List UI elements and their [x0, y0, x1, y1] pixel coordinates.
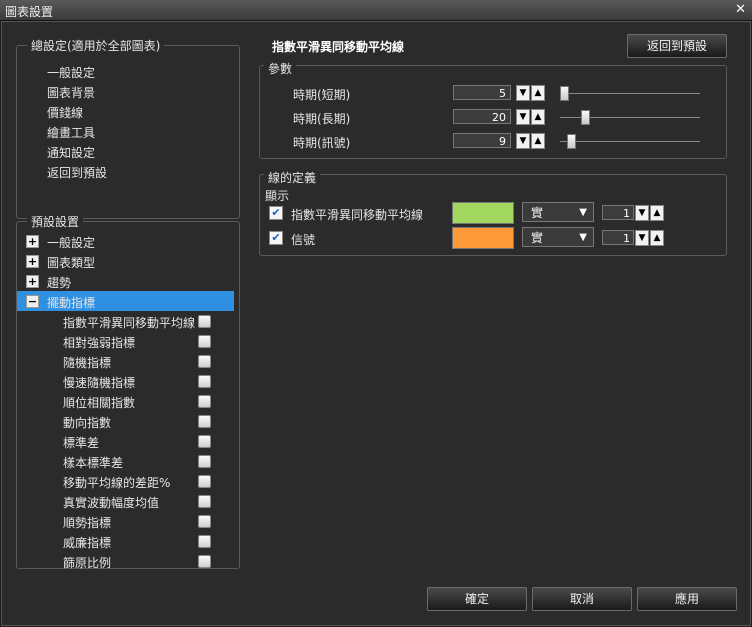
signal-period-slider-thumb[interactable]	[567, 134, 576, 149]
oscillator-checkbox[interactable]	[198, 355, 211, 368]
chevron-down-icon: ▼	[579, 232, 587, 243]
menu-item-price-line[interactable]: 價錢線	[47, 104, 83, 121]
line-style-value: 實	[531, 206, 544, 220]
apply-button[interactable]: 應用	[637, 587, 737, 611]
tree-item-trend[interactable]: + 趨勢	[17, 271, 234, 291]
oscillator-item[interactable]: 順位相關指數	[63, 394, 135, 411]
chart-settings-dialog: 總設定(適用於全部圖表) 一般設定 圖表背景 價錢線 繪畫工具 通知設定 返回到…	[1, 21, 751, 626]
expand-icon[interactable]: +	[26, 235, 39, 248]
oscillator-item[interactable]: 指數平滑異同移動平均線	[63, 314, 195, 331]
decrement-icon[interactable]: ▼	[516, 109, 530, 125]
oscillator-item[interactable]: 相對強弱指標	[63, 334, 135, 351]
preset-settings-title: 預設設置	[27, 213, 84, 230]
oscillator-item[interactable]: 標準差	[63, 434, 99, 451]
tree-item-chart-type[interactable]: + 圖表類型	[17, 251, 234, 271]
oscillator-checkbox[interactable]	[198, 335, 211, 348]
general-settings-title: 總設定(適用於全部圖表)	[27, 37, 165, 54]
line-style-value: 實	[531, 231, 544, 245]
short-period-slider-track[interactable]	[560, 93, 700, 94]
tree-label: 趨勢	[47, 276, 72, 290]
parameters-group: 參數 時期(短期) 5 ▼ ▲ 時期(長期) 20 ▼ ▲ 時期(訊號) 9 ▼…	[259, 60, 727, 159]
preset-settings-group: 預設設置 + 一般設定 + 圖表類型 + 趨勢 − 擺動指標 指數平滑異同移動平…	[16, 213, 240, 571]
window-title: 圖表設置	[5, 5, 54, 19]
macd-visible-checkbox[interactable]: ✔	[269, 206, 283, 220]
line-label: 信號	[291, 233, 316, 247]
signal-color-swatch[interactable]	[452, 227, 514, 249]
param-label: 時期(訊號)	[293, 136, 351, 150]
param-label: 時期(長期)	[293, 112, 351, 126]
ok-button[interactable]: 確定	[427, 587, 527, 611]
tree-label: 圖表類型	[47, 256, 96, 270]
oscillator-checkbox[interactable]	[198, 395, 211, 408]
oscillator-checkbox[interactable]	[198, 495, 211, 508]
increment-icon[interactable]: ▲	[531, 85, 545, 101]
oscillator-checkbox[interactable]	[198, 475, 211, 488]
signal-period-slider-track[interactable]	[560, 141, 700, 142]
signal-visible-checkbox[interactable]: ✔	[269, 231, 283, 245]
increment-icon[interactable]: ▲	[531, 133, 545, 149]
oscillator-item[interactable]: 順勢指標	[63, 514, 111, 531]
general-settings-group: 總設定(適用於全部圖表) 一般設定 圖表背景 價錢線 繪畫工具 通知設定 返回到…	[16, 37, 240, 219]
oscillator-checkbox[interactable]	[198, 535, 211, 548]
oscillator-checkbox[interactable]	[198, 375, 211, 388]
oscillator-item[interactable]: 樣本標準差	[63, 454, 123, 471]
oscillator-item[interactable]: 動向指數	[63, 414, 111, 431]
display-label: 顯示	[265, 189, 290, 203]
oscillator-item[interactable]: 篩原比例	[63, 554, 111, 571]
oscillator-item[interactable]: 隨機指標	[63, 354, 111, 371]
menu-item-reset-default[interactable]: 返回到預設	[47, 164, 107, 181]
tree-label: 擺動指標	[47, 296, 96, 310]
expand-icon[interactable]: +	[26, 255, 39, 268]
long-period-input[interactable]: 20	[453, 109, 511, 124]
parameters-title: 參數	[264, 60, 297, 77]
short-period-input[interactable]: 5	[453, 85, 511, 100]
oscillator-item[interactable]: 慢速隨機指標	[63, 374, 135, 391]
decrement-icon[interactable]: ▼	[516, 133, 530, 149]
oscillator-item[interactable]: 真實波動幅度均值	[63, 494, 159, 511]
oscillator-checkbox[interactable]	[198, 415, 211, 428]
menu-item-chart-background[interactable]: 圖表背景	[47, 84, 95, 101]
line-label: 指數平滑異同移動平均線	[291, 208, 424, 222]
decrement-icon[interactable]: ▼	[516, 85, 530, 101]
tree-item-oscillators[interactable]: − 擺動指標	[17, 291, 234, 311]
line-definition-title: 線的定義	[264, 169, 321, 186]
oscillator-item[interactable]: 威廉指標	[63, 534, 111, 551]
long-period-slider-thumb[interactable]	[581, 110, 590, 125]
title-bar: 圖表設置 ✕	[0, 0, 752, 21]
collapse-icon[interactable]: −	[26, 295, 39, 308]
param-label: 時期(短期)	[293, 88, 351, 102]
oscillator-checkbox[interactable]	[198, 455, 211, 468]
indicator-title: 指數平滑異同移動平均線	[272, 40, 405, 54]
macd-color-swatch[interactable]	[452, 202, 514, 224]
oscillator-checkbox[interactable]	[198, 435, 211, 448]
cancel-button[interactable]: 取消	[532, 587, 632, 611]
decrement-icon[interactable]: ▼	[635, 205, 649, 221]
chevron-down-icon: ▼	[579, 207, 587, 218]
close-icon[interactable]: ✕	[735, 2, 746, 17]
short-period-slider-thumb[interactable]	[560, 86, 569, 101]
line-definition-group: 線的定義 顯示 ✔ 指數平滑異同移動平均線 實 ▼ 1 ▼ ▲ ✔ 信號 實 ▼…	[259, 169, 727, 256]
increment-icon[interactable]: ▲	[531, 109, 545, 125]
menu-item-notification[interactable]: 通知設定	[47, 144, 95, 161]
oscillator-checkbox[interactable]	[198, 555, 211, 568]
tree-item-general[interactable]: + 一般設定	[17, 231, 234, 251]
signal-line-style-select[interactable]: 實 ▼	[522, 227, 594, 247]
menu-item-general[interactable]: 一般設定	[47, 64, 95, 81]
oscillator-item[interactable]: 移動平均線的差距%	[63, 474, 170, 491]
tree-label: 一般設定	[47, 236, 96, 250]
increment-icon[interactable]: ▲	[650, 230, 664, 246]
increment-icon[interactable]: ▲	[650, 205, 664, 221]
menu-item-drawing-tools[interactable]: 繪畫工具	[47, 124, 95, 141]
signal-line-width-input[interactable]: 1	[602, 230, 634, 245]
oscillator-checkbox[interactable]	[198, 315, 211, 328]
expand-icon[interactable]: +	[26, 275, 39, 288]
oscillator-checkbox[interactable]	[198, 515, 211, 528]
decrement-icon[interactable]: ▼	[635, 230, 649, 246]
signal-period-input[interactable]: 9	[453, 133, 511, 148]
macd-line-style-select[interactable]: 實 ▼	[522, 202, 594, 222]
reset-default-button[interactable]: 返回到預設	[627, 34, 727, 58]
macd-line-width-input[interactable]: 1	[602, 205, 634, 220]
